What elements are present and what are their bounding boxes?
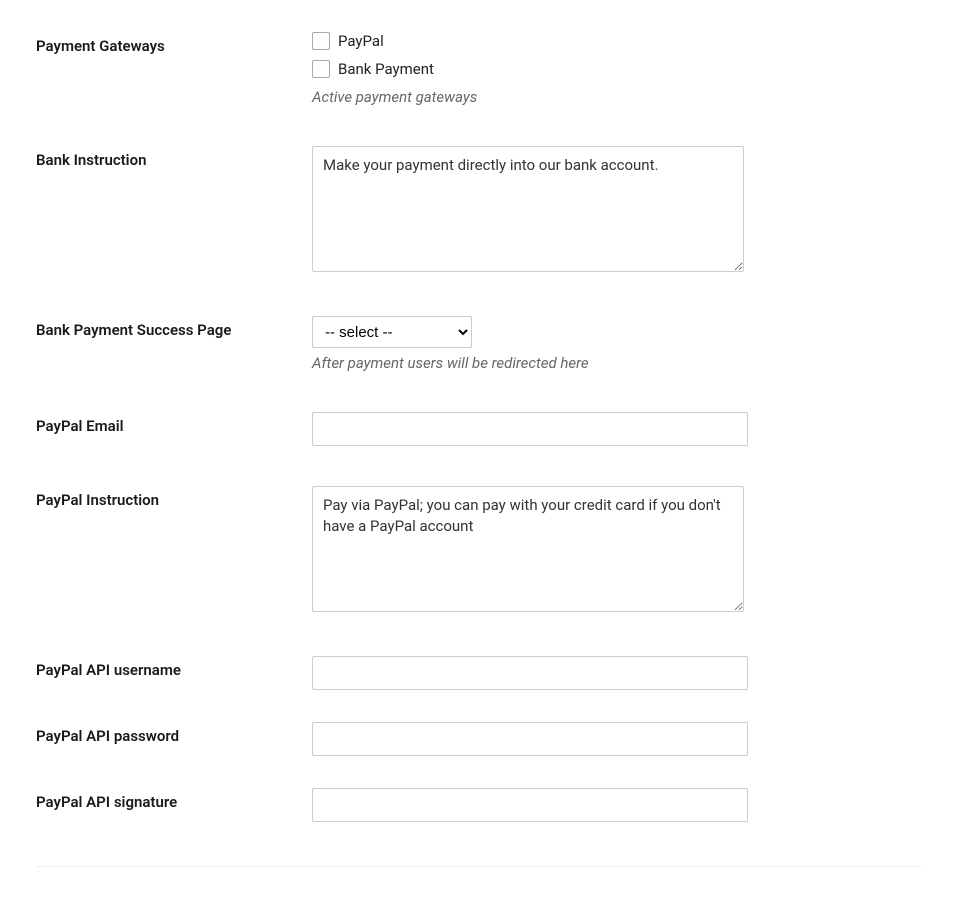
field-col — [312, 656, 752, 690]
field-col — [312, 788, 752, 822]
field-col: PayPal Bank Payment Active payment gatew… — [312, 32, 752, 106]
row-paypal-api-username: PayPal API username — [36, 628, 921, 702]
paypal-checkbox-label: PayPal — [338, 32, 384, 50]
row-paypal-email: PayPal Email — [36, 384, 921, 458]
row-paypal-instruction: PayPal Instruction Pay via PayPal; you c… — [36, 458, 921, 628]
label-col: Payment Gateways — [36, 32, 312, 55]
bank-success-page-description: After payment users will be redirected h… — [312, 354, 752, 372]
paypal-api-password-label: PayPal API password — [36, 727, 179, 745]
paypal-checkbox[interactable] — [312, 32, 330, 50]
paypal-api-signature-label: PayPal API signature — [36, 793, 177, 811]
paypal-api-signature-input[interactable] — [312, 788, 748, 822]
bank-instruction-label: Bank Instruction — [36, 151, 146, 169]
paypal-email-label: PayPal Email — [36, 417, 124, 435]
row-payment-gateways: Payment Gateways PayPal Bank Payment Act… — [36, 20, 921, 118]
field-col: Make your payment directly into our bank… — [312, 146, 752, 276]
paypal-api-username-label: PayPal API username — [36, 661, 181, 679]
checkbox-row-paypal: PayPal — [312, 32, 752, 50]
checkbox-row-bank: Bank Payment — [312, 60, 752, 78]
label-col: Bank Instruction — [36, 146, 312, 169]
field-col — [312, 412, 752, 446]
payment-gateways-label: Payment Gateways — [36, 37, 165, 55]
paypal-instruction-textarea[interactable]: Pay via PayPal; you can pay with your cr… — [312, 486, 744, 612]
paypal-email-input[interactable] — [312, 412, 748, 446]
label-col: Bank Payment Success Page — [36, 316, 312, 339]
bank-success-page-label: Bank Payment Success Page — [36, 321, 231, 339]
row-bank-instruction: Bank Instruction Make your payment direc… — [36, 118, 921, 288]
bank-instruction-textarea[interactable]: Make your payment directly into our bank… — [312, 146, 744, 272]
bank-payment-checkbox[interactable] — [312, 60, 330, 78]
field-col — [312, 722, 752, 756]
payment-gateways-description: Active payment gateways — [312, 88, 752, 106]
label-col: PayPal Email — [36, 412, 312, 435]
label-col: PayPal Instruction — [36, 486, 312, 509]
label-col: PayPal API signature — [36, 788, 312, 811]
paypal-api-password-input[interactable] — [312, 722, 748, 756]
paypal-instruction-label: PayPal Instruction — [36, 491, 159, 509]
row-paypal-api-password: PayPal API password — [36, 702, 921, 768]
section-divider — [36, 866, 921, 867]
row-paypal-api-signature: PayPal API signature — [36, 768, 921, 834]
row-bank-success-page: Bank Payment Success Page -- select -- A… — [36, 288, 921, 384]
bank-success-page-select[interactable]: -- select -- — [312, 316, 472, 348]
field-col: -- select -- After payment users will be… — [312, 316, 752, 372]
label-col: PayPal API username — [36, 656, 312, 679]
paypal-api-username-input[interactable] — [312, 656, 748, 690]
label-col: PayPal API password — [36, 722, 312, 745]
bank-checkbox-label: Bank Payment — [338, 60, 434, 78]
field-col: Pay via PayPal; you can pay with your cr… — [312, 486, 752, 616]
